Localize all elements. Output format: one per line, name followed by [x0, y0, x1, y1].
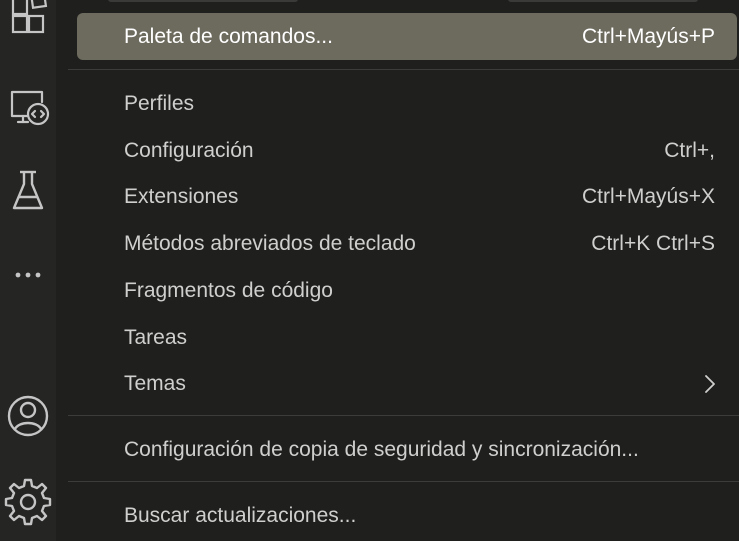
accounts-icon[interactable] — [0, 390, 56, 442]
manage-menu: Paleta de comandos... Ctrl+Mayús+P Perfi… — [68, 0, 739, 541]
testing-flask-icon[interactable] — [0, 166, 56, 216]
menu-item-profiles[interactable]: Perfiles — [77, 80, 737, 127]
manage-gear-icon[interactable] — [0, 475, 56, 529]
menu-item-check-updates[interactable]: Buscar actualizaciones... — [77, 492, 737, 539]
menu-item-shortcut: Ctrl+, — [664, 138, 715, 162]
menu-item-shortcut: Ctrl+K Ctrl+S — [591, 231, 715, 255]
extensions-icon[interactable] — [0, 0, 56, 44]
menu-separator — [68, 415, 739, 416]
menu-item-themes[interactable]: Temas — [77, 360, 737, 407]
menu-item-shortcut: Ctrl+Mayús+X — [581, 184, 715, 208]
menu-item-keyboard-shortcuts[interactable]: Métodos abreviados de teclado Ctrl+K Ctr… — [77, 220, 737, 267]
menu-item-tasks[interactable]: Tareas — [77, 314, 737, 361]
activity-bar — [0, 0, 56, 541]
menu-item-label: Configuración de copia de seguridad y si… — [124, 437, 639, 461]
menu-item-extensions[interactable]: Extensiones Ctrl+Mayús+X — [77, 173, 737, 220]
menu-item-command-palette[interactable]: Paleta de comandos... Ctrl+Mayús+P — [77, 13, 737, 60]
menu-item-settings[interactable]: Configuración Ctrl+, — [77, 127, 737, 174]
menu-item-label: Métodos abreviados de teclado — [124, 231, 416, 255]
menu-item-label: Tareas — [124, 325, 188, 349]
menu-separator — [68, 481, 739, 482]
menu-item-label: Configuración — [124, 138, 254, 162]
menu-item-label: Buscar actualizaciones... — [124, 503, 357, 527]
chevron-right-icon — [703, 373, 717, 395]
menu-item-snippets[interactable]: Fragmentos de código — [77, 267, 737, 314]
menu-item-shortcut: Ctrl+Mayús+P — [581, 24, 715, 48]
menu-item-label: Perfiles — [124, 91, 195, 115]
menu-separator — [68, 69, 739, 70]
menu-top-edge — [68, 0, 739, 6]
remote-explorer-icon[interactable] — [0, 84, 56, 132]
menu-item-backup-sync[interactable]: Configuración de copia de seguridad y si… — [77, 426, 737, 473]
menu-item-label: Extensiones — [124, 184, 239, 208]
more-icon[interactable] — [0, 258, 56, 292]
menu-item-label: Fragmentos de código — [124, 278, 333, 302]
menu-item-label: Temas — [124, 371, 186, 395]
menu-item-label: Paleta de comandos... — [124, 24, 333, 48]
